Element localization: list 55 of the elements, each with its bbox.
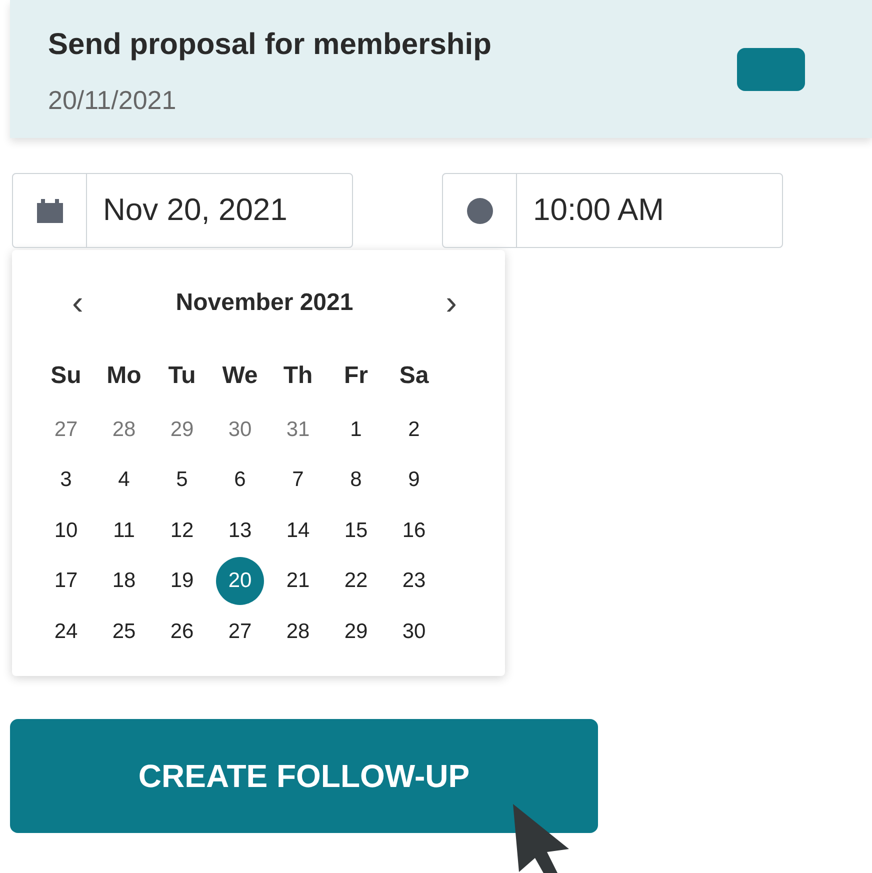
month-title: November 2021 — [176, 288, 354, 318]
calendar-day[interactable]: 25 — [100, 607, 148, 656]
calendar-day[interactable]: 8 — [332, 456, 380, 504]
calendar-day[interactable]: 22 — [332, 556, 380, 605]
weekday-label: Mo — [106, 361, 142, 391]
calendar-day[interactable]: 27 — [42, 405, 90, 454]
calendar-day[interactable]: 18 — [100, 556, 148, 605]
calendar-day[interactable]: 30 — [216, 405, 264, 454]
calendar-day[interactable]: 26 — [158, 607, 206, 656]
weekday-label: We — [221, 361, 259, 391]
calendar-icon — [34, 198, 64, 224]
calendar-day[interactable]: 14 — [274, 506, 322, 554]
task-date: 20/11/2021 — [48, 84, 178, 117]
date-field[interactable]: Nov 20, 2021 — [12, 173, 353, 248]
previous-month-button[interactable]: ‹ — [72, 286, 84, 320]
time-value: 10:00 AM — [532, 191, 664, 230]
date-value: Nov 20, 2021 — [102, 191, 288, 230]
calendar-day[interactable]: 10 — [42, 506, 90, 554]
calendar-day[interactable]: 28 — [100, 405, 148, 454]
calendar-day[interactable]: 28 — [274, 607, 322, 656]
calendar-day[interactable]: 9 — [390, 456, 438, 504]
create-follow-up-button[interactable]: CREATE FOLLOW-UP — [10, 719, 598, 833]
calendar-day[interactable]: 17 — [42, 556, 90, 605]
calendar-day[interactable]: 16 — [390, 506, 438, 554]
calendar-day[interactable]: 29 — [158, 405, 206, 454]
calendar-day[interactable]: 2 — [390, 405, 438, 454]
time-field[interactable]: 10:00 AM — [442, 173, 783, 248]
calendar-day[interactable]: 1 — [332, 405, 380, 454]
calendar-day[interactable]: 15 — [332, 506, 380, 554]
calendar-day[interactable]: 29 — [332, 607, 380, 656]
weekday-label: Sa — [398, 361, 430, 391]
calendar-day[interactable]: 23 — [390, 556, 438, 605]
weekday-label: Th — [282, 361, 314, 391]
calendar-day[interactable]: 7 — [274, 456, 322, 504]
calendar-day[interactable]: 6 — [216, 456, 264, 504]
calendar-day[interactable]: 12 — [158, 506, 206, 554]
calendar-day[interactable]: 11 — [100, 506, 148, 554]
task-title: Send proposal for membership — [48, 27, 492, 63]
calendar-day[interactable]: 20 — [216, 556, 264, 605]
status-tag — [737, 48, 805, 90]
weekday-label: Fr — [343, 361, 369, 391]
calendar-day[interactable]: 21 — [274, 556, 322, 605]
weekday-label: Su — [50, 361, 82, 391]
calendar-day[interactable]: 30 — [390, 607, 438, 656]
calendar-day[interactable]: 3 — [42, 456, 90, 504]
calendar-day[interactable]: 27 — [216, 607, 264, 656]
calendar-day[interactable]: 5 — [158, 456, 206, 504]
clock-icon — [466, 196, 494, 224]
calendar-day[interactable]: 19 — [158, 556, 206, 605]
weekday-label: Tu — [167, 361, 197, 391]
calendar-day[interactable]: 31 — [274, 405, 322, 454]
calendar-day[interactable]: 13 — [216, 506, 264, 554]
next-month-button[interactable]: › — [446, 286, 457, 320]
calendar-day[interactable]: 4 — [100, 456, 148, 504]
calendar-day[interactable]: 24 — [42, 607, 90, 656]
